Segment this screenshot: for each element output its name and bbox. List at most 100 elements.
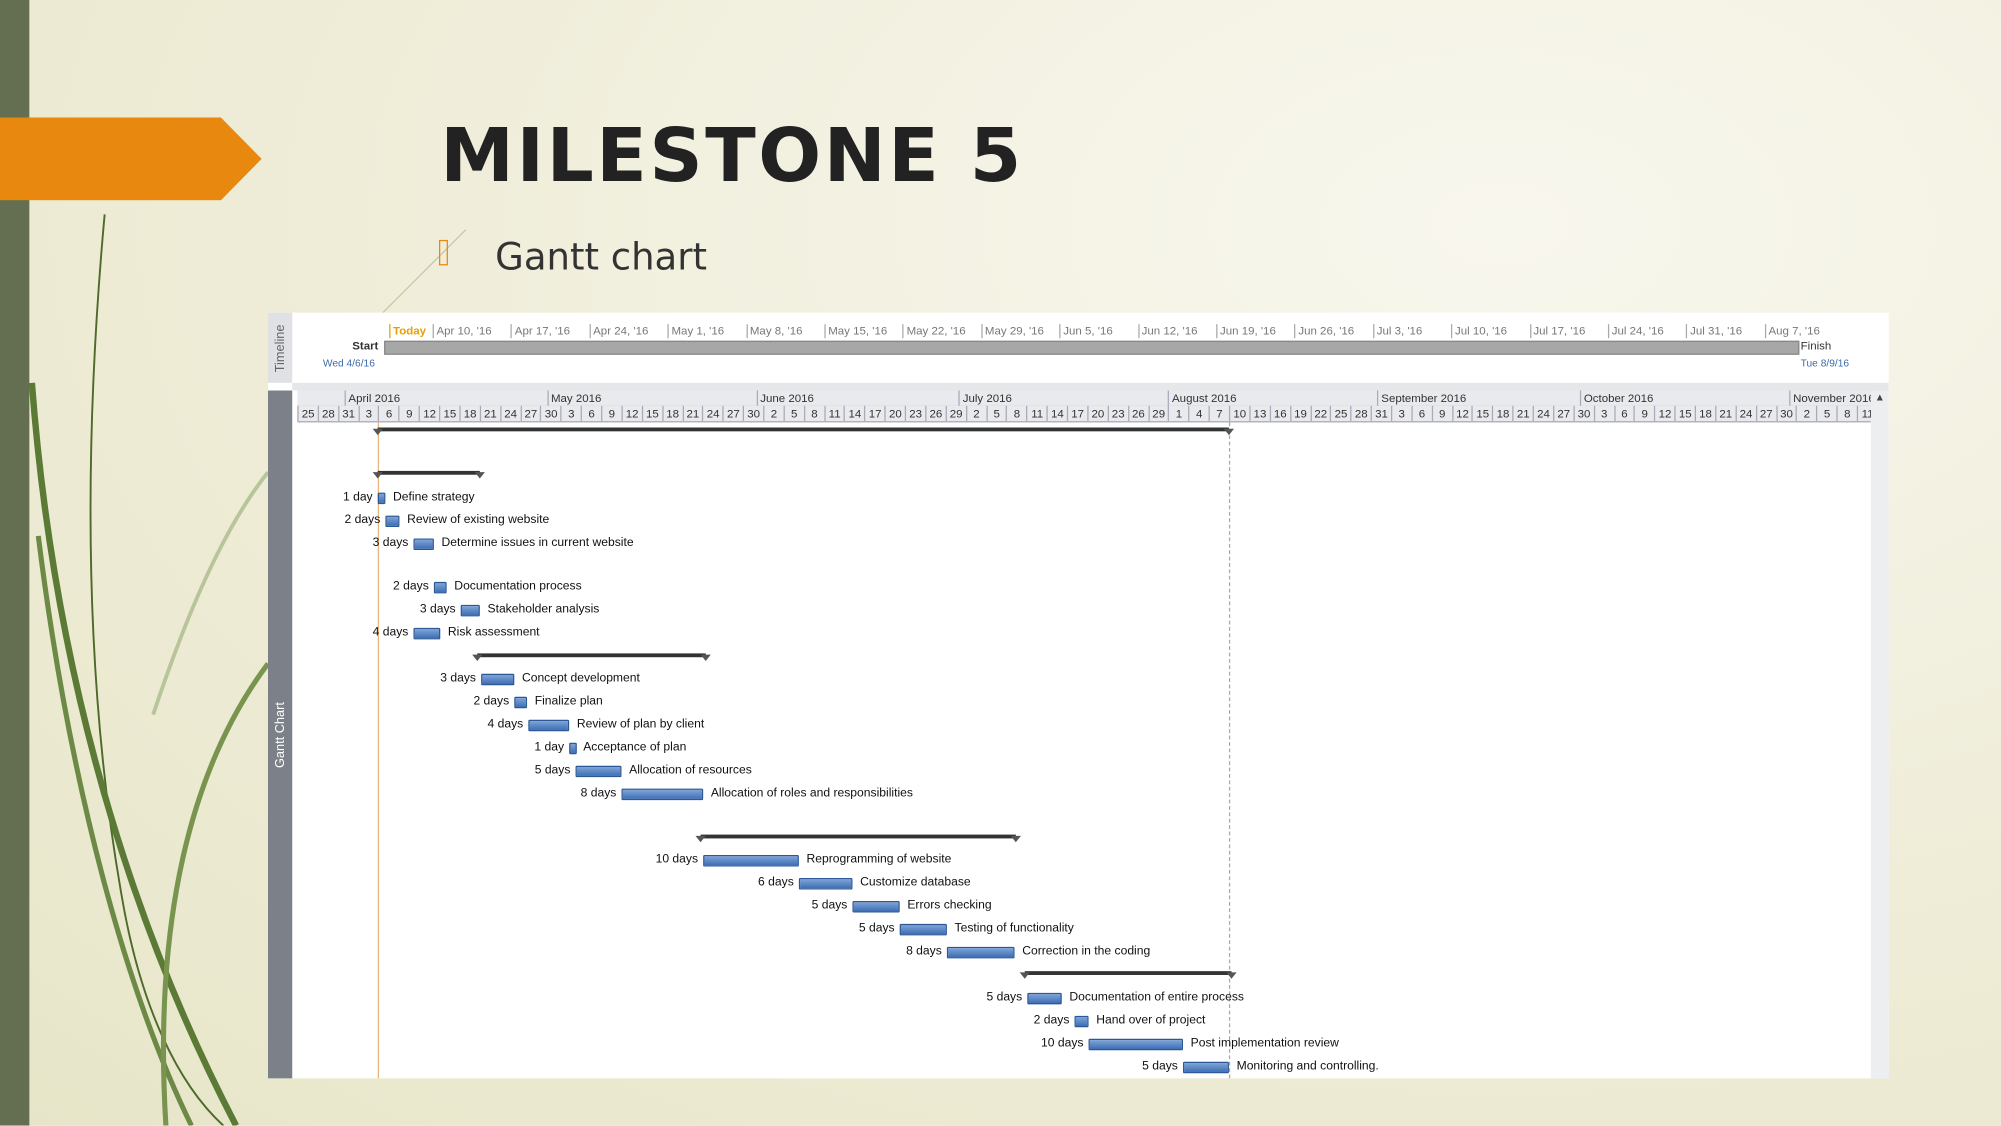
task-bar[interactable]: [433, 581, 447, 594]
day-label: 20: [1087, 405, 1107, 422]
task-duration: 10 days: [655, 852, 699, 867]
day-label: 2: [965, 405, 986, 422]
day-label: 24: [702, 405, 722, 422]
task-duration: 5 days: [1142, 1059, 1178, 1074]
day-label: 23: [1107, 405, 1127, 422]
task-bar[interactable]: [385, 515, 400, 528]
day-label: 24: [1735, 405, 1755, 422]
summary-bar: [472, 653, 711, 662]
day-label: 9: [1431, 405, 1451, 422]
task-name: Define strategy: [393, 490, 475, 505]
day-label: 18: [459, 405, 479, 422]
timeline-tick: Jun 5, '16: [1059, 324, 1113, 339]
task-duration: 5 days: [858, 921, 895, 936]
day-label: 18: [1492, 405, 1512, 422]
day-label: 1: [1168, 405, 1188, 422]
task-duration: 5 days: [534, 763, 571, 778]
day-label: 21: [682, 405, 702, 422]
day-label: 5: [783, 405, 803, 422]
day-label: 29: [1147, 405, 1168, 422]
month-label: July 2016: [958, 390, 1170, 406]
day-label: 21: [479, 405, 500, 422]
day-label: 17: [864, 405, 884, 422]
day-label: 30: [1573, 405, 1593, 422]
day-label: 9: [601, 405, 621, 422]
day-label: 13: [1249, 405, 1269, 422]
day-label: 16: [1269, 405, 1289, 422]
task-name: Reprogramming of website: [806, 852, 952, 867]
day-label: 27: [520, 405, 540, 422]
task-bar[interactable]: [528, 719, 570, 732]
day-label: 8: [1006, 405, 1026, 422]
task-bar[interactable]: [377, 492, 386, 505]
day-label: 8: [803, 405, 824, 422]
timeline-tick: Apr 10, '16: [432, 324, 492, 339]
month-header: April 2016 May 2016 June 2016 July 2016 Augu…: [297, 390, 1872, 408]
task-bar[interactable]: [1027, 992, 1062, 1005]
task-bar[interactable]: [413, 538, 434, 551]
task-duration: 3 days: [419, 602, 456, 617]
task-name: Review of existing website: [407, 513, 550, 528]
task-duration: 5 days: [986, 990, 1023, 1005]
day-label: 24: [1532, 405, 1553, 422]
day-label: 9: [398, 405, 419, 422]
task-bar[interactable]: [575, 765, 622, 778]
vertical-scrollbar[interactable]: ▲: [1870, 390, 1889, 1079]
day-label: 30: [1775, 405, 1796, 422]
task-bar[interactable]: [621, 788, 704, 801]
day-label: 28: [1350, 405, 1370, 422]
task-bar[interactable]: [946, 946, 1015, 959]
task-bar[interactable]: [798, 877, 853, 890]
task-name: Monitoring and controlling.: [1236, 1059, 1379, 1074]
task-bar[interactable]: [1182, 1061, 1229, 1074]
summary-bar: [372, 470, 485, 479]
task-bar[interactable]: [899, 923, 947, 936]
task-name: Hand over of project: [1096, 1013, 1206, 1028]
task-name: Stakeholder analysis: [487, 602, 600, 617]
today-marker: Today: [389, 324, 426, 339]
timeline-tick: May 15, '16: [824, 324, 887, 339]
task-bar[interactable]: [413, 627, 441, 640]
timeline-start-date: Wed 4/6/16: [322, 357, 375, 369]
month-label: October 2016: [1579, 390, 1791, 406]
task-duration: 1 day: [534, 740, 565, 755]
task-name: Concept development: [521, 671, 640, 686]
day-label: 31: [1370, 405, 1391, 422]
day-label: 25: [297, 405, 317, 422]
task-bar[interactable]: [460, 604, 480, 617]
task-bar[interactable]: [514, 696, 528, 709]
timeline-tick: May 8, '16: [746, 324, 802, 339]
task-bar[interactable]: [569, 742, 577, 755]
task-bar[interactable]: [852, 900, 900, 913]
day-label: 23: [904, 405, 925, 422]
day-label: 28: [317, 405, 338, 422]
task-bar[interactable]: [1088, 1038, 1183, 1051]
day-label: 3: [560, 405, 581, 422]
task-duration: 2 days: [393, 579, 429, 594]
task-name: Customize database: [860, 875, 971, 890]
timeline-side-label: Timeline: [267, 312, 293, 383]
day-label: 11: [1026, 405, 1046, 422]
day-label: 15: [1471, 405, 1492, 422]
task-bar[interactable]: [481, 673, 515, 686]
timeline-tick: May 29, '16: [981, 324, 1044, 339]
timeline-tick: Jul 10, '16: [1451, 324, 1507, 339]
month-label: November 2016: [1789, 390, 1872, 406]
task-bar[interactable]: [1074, 1015, 1089, 1028]
day-label: 14: [1046, 405, 1067, 422]
task-duration: 4 days: [487, 717, 524, 732]
scroll-up-icon[interactable]: ▲: [1871, 391, 1889, 406]
pane-divider[interactable]: [292, 382, 1889, 391]
day-label: 21: [1512, 405, 1532, 422]
month-label: May 2016: [547, 390, 758, 406]
task-bar[interactable]: [703, 855, 799, 867]
finish-line: [1228, 422, 1231, 1079]
gantt-grid: 1 day Define strategy 2 days Review of exis…: [297, 422, 1870, 1079]
timeline-tick: Jun 26, '16: [1294, 324, 1354, 339]
day-label: 2: [1796, 405, 1816, 422]
task-duration: 3 days: [440, 671, 477, 686]
task-duration: 4 days: [372, 625, 409, 640]
day-label: 12: [1451, 405, 1472, 422]
month-label: September 2016: [1377, 390, 1581, 406]
day-label: 3: [358, 405, 378, 422]
